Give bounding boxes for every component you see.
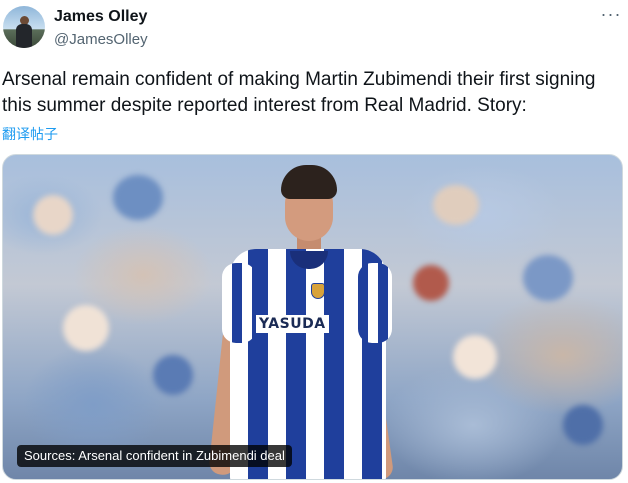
- shirt-sponsor-text: YASUDA: [256, 315, 329, 333]
- player-figure: YASUDA: [208, 165, 408, 479]
- crowd-blur: [563, 405, 603, 445]
- crowd-blur: [63, 305, 109, 351]
- avatar[interactable]: [3, 6, 45, 48]
- author-handle[interactable]: @JamesOlley: [54, 31, 148, 48]
- crowd-blur: [413, 265, 449, 301]
- crowd-blur: [523, 255, 573, 301]
- translate-post-link[interactable]: 翻译帖子: [2, 124, 58, 144]
- crowd-blur: [453, 335, 497, 379]
- crowd-blur: [153, 355, 193, 395]
- more-options-icon[interactable]: ···: [600, 5, 622, 26]
- crowd-blur: [113, 175, 163, 220]
- avatar-figure-body: [16, 24, 32, 48]
- player-hair: [281, 165, 337, 199]
- author-name[interactable]: James Olley: [54, 8, 147, 26]
- tweet-card: James Olley @JamesOlley ··· Arsenal rema…: [0, 0, 628, 483]
- crowd-blur: [33, 195, 73, 235]
- club-badge-icon: [311, 283, 325, 299]
- crowd-blur: [433, 185, 479, 225]
- tweet-text: Arsenal remain confident of making Marti…: [2, 69, 596, 116]
- player-right-sleeve: [358, 263, 392, 343]
- tweet-media-image[interactable]: YASUDA Sources: Arsenal confident in Zub…: [2, 154, 623, 480]
- player-left-sleeve: [222, 263, 256, 343]
- media-caption: Sources: Arsenal confident in Zubimendi …: [17, 445, 292, 467]
